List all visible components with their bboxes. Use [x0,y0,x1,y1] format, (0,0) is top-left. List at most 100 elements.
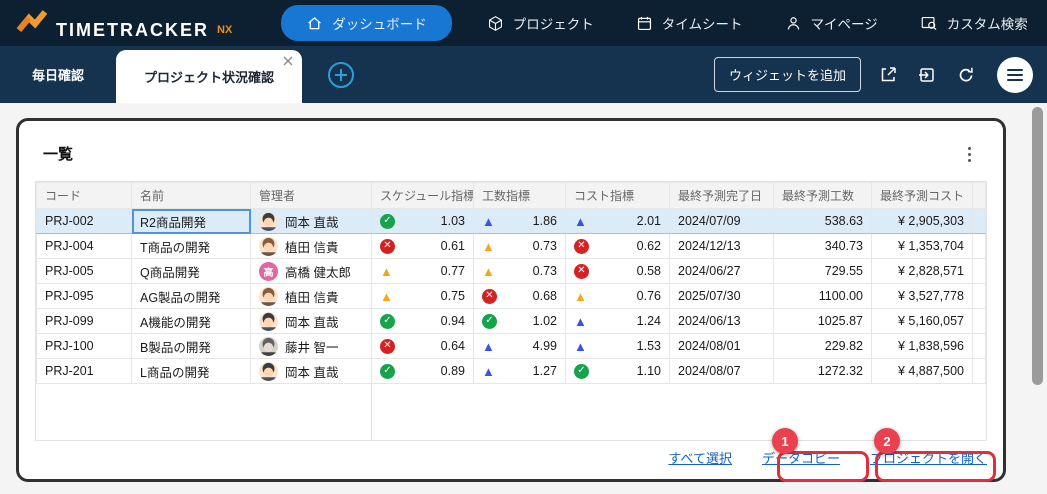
nav-item-3[interactable]: マイページ [771,6,892,40]
triangle-blue-icon: ▲ [482,340,495,353]
export-icon[interactable] [876,63,900,87]
avatar [259,212,278,231]
cell-forecast-date: 2024/06/27 [670,259,774,284]
avatar [259,287,278,306]
project-table-area: コード名前管理者スケジュール指標工数指標コスト指標最終予測完了日最終予測工数最終… [35,181,987,441]
column-header: 名前 [132,183,251,209]
table-row[interactable]: PRJ-095AG製品の開発植田 信貴▲0.75✕0.68▲0.762025/0… [37,284,986,309]
add-tab-button[interactable] [328,62,354,88]
column-header: 最終予測工数 [774,183,872,209]
cell-code: PRJ-005 [37,259,132,284]
cell-manager: 岡本 直哉 [251,359,372,384]
tab-label: プロジェクト状況確認 [144,67,274,86]
cell-name: L商品の開発 [132,359,251,384]
cell-name: B製品の開発 [132,334,251,359]
widget-menu-icon[interactable] [961,145,977,163]
tabbar-actions: ウィジェットを追加 [714,57,1037,93]
nav-item-1[interactable]: プロジェクト [473,6,608,40]
cell-effort-index: ▲4.99 [474,334,566,359]
cell-effort-index: ▲0.73 [474,234,566,259]
cell-forecast-cost: ¥ 1,838,596 [872,334,973,359]
cell-forecast-cost: ¥ 3,527,778 [872,284,973,309]
cell-name: Q商品開発 [132,259,251,284]
select-all-link[interactable]: すべて選択 [668,448,732,467]
triangle-blue-icon: ▲ [482,215,495,228]
cell-code: PRJ-004 [37,234,132,259]
table-row[interactable]: PRJ-100B製品の開発藤井 智一✕0.64▲4.99▲1.532024/08… [37,334,986,359]
cell-code: PRJ-095 [37,284,132,309]
nav-item-label: プロジェクト [513,13,594,33]
tab-0[interactable]: 毎日確認 [10,65,106,84]
add-widget-button[interactable]: ウィジェットを追加 [714,57,861,92]
home-icon [306,15,323,32]
column-header: 最終予測完了日 [670,183,774,209]
manager-name: 藤井 智一 [285,337,338,356]
custom-search-icon [920,14,938,32]
close-icon[interactable] [282,55,294,67]
account-menu-button[interactable] [997,57,1033,93]
table-row[interactable]: PRJ-099A機能の開発岡本 直哉✓0.94✓1.02▲1.242024/06… [37,309,986,334]
cell-schedule-index: ✓0.94 [372,309,474,334]
manager-name: 岡本 直哉 [285,312,338,331]
tab-label: 毎日確認 [32,68,84,83]
cell-schedule-index: ✓0.89 [372,359,474,384]
cell-forecast-effort: 538.63 [774,209,872,234]
cell-schedule-index: ✓1.03 [372,209,474,234]
table-row[interactable]: PRJ-002R2商品開発岡本 直哉✓1.03▲1.86▲2.012024/07… [37,209,986,234]
cell-schedule-index: ✕0.61 [372,234,474,259]
brand-suffix: NX [217,23,232,38]
cube-icon [487,15,504,32]
cell-code: PRJ-099 [37,309,132,334]
cell-filler [973,334,986,359]
manager-name: 岡本 直哉 [285,212,338,231]
avatar [259,237,278,256]
check-icon: ✓ [482,314,497,329]
cell-forecast-date: 2024/08/01 [670,334,774,359]
dashboard-tabbar: 毎日確認 プロジェクト状況確認 ウィジェットを追加 [0,46,1047,103]
cell-filler [973,359,986,384]
cell-forecast-effort: 729.55 [774,259,872,284]
import-icon[interactable] [915,63,939,87]
avatar [259,362,278,381]
column-header: コスト指標 [566,183,670,209]
cell-forecast-date: 2025/07/30 [670,284,774,309]
cell-manager: 岡本 直哉 [251,309,372,334]
cell-filler [973,284,986,309]
cell-schedule-index: ▲0.75 [372,284,474,309]
cell-forecast-effort: 229.82 [774,334,872,359]
cell-code: PRJ-100 [37,334,132,359]
triangle-orange-icon: ▲ [482,240,495,253]
check-icon: ✓ [574,364,589,379]
manager-name: 岡本 直哉 [285,362,338,381]
cell-filler [973,234,986,259]
cell-effort-index: ✓1.02 [474,309,566,334]
nav-item-2[interactable]: タイムシート [622,6,757,40]
triangle-blue-icon: ▲ [482,365,495,378]
nav-item-0[interactable]: ダッシュボード [281,5,452,41]
cell-forecast-cost: ¥ 4,887,500 [872,359,973,384]
cell-schedule-index: ▲0.77 [372,259,474,284]
nav-item-4[interactable]: カスタム検索 [906,6,1042,40]
check-icon: ✓ [380,214,395,229]
cell-forecast-cost: ¥ 5,160,057 [872,309,973,334]
cell-filler [973,209,986,234]
table-body: PRJ-002R2商品開発岡本 直哉✓1.03▲1.86▲2.012024/07… [37,209,986,384]
refresh-icon[interactable] [954,63,978,87]
check-icon: ✓ [380,364,395,379]
widget-header: 一覧 [19,121,1003,181]
column-header: 工数指標 [474,183,566,209]
column-header: 最終予測コスト [872,183,973,209]
table-row[interactable]: PRJ-004T商品の開発植田 信貴✕0.61▲0.73✕0.622024/12… [37,234,986,259]
page-scrollbar-thumb[interactable] [1032,107,1043,385]
manager-name: 植田 信貴 [285,237,338,256]
table-row[interactable]: PRJ-201L商品の開発岡本 直哉✓0.89▲1.27✓1.102024/08… [37,359,986,384]
table-row[interactable]: PRJ-005Q商品開発高高橋 健太郎▲0.77▲0.73✕0.582024/0… [37,259,986,284]
column-header: 管理者 [251,183,372,209]
triangle-orange-icon: ▲ [380,290,393,303]
column-header: スケジュール指標 [372,183,474,209]
avatar: 高 [259,262,278,281]
cross-icon: ✕ [574,264,589,279]
manager-name: 植田 信貴 [285,287,338,306]
cell-cost-index: ✓1.10 [566,359,670,384]
tab-1[interactable]: プロジェクト状況確認 [116,50,302,103]
